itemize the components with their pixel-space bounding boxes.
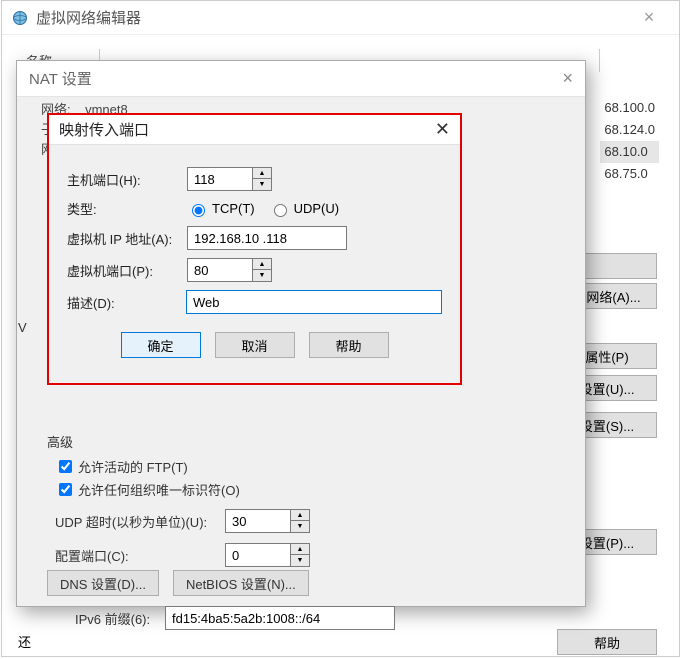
advanced-group: 高级 允许活动的 FTP(T) 允许任何组织唯一标识符(O) UDP 超时(以秒… xyxy=(47,432,587,640)
host-port-input[interactable] xyxy=(188,168,252,190)
spin-down-icon[interactable]: ▼ xyxy=(291,555,309,566)
spin-up-icon[interactable]: ▲ xyxy=(291,510,309,521)
advanced-group-title: 高级 xyxy=(47,432,587,451)
udp-timeout-spinner[interactable]: ▲▼ xyxy=(225,509,310,533)
editor-close-icon[interactable]: × xyxy=(629,7,669,28)
vm-ip-label: 虚拟机 IP 地址(A): xyxy=(67,229,187,248)
spin-down-icon[interactable]: ▼ xyxy=(253,179,271,190)
udp-radio-label: UDP(U) xyxy=(294,201,340,216)
map-body: 主机端口(H): ▲▼ 类型: TCP(T) UDP(U) 虚拟机 IP 地址(… xyxy=(49,145,460,370)
description-input[interactable] xyxy=(186,290,442,314)
vm-ip-input[interactable] xyxy=(187,226,347,250)
editor-title: 虚拟网络编辑器 xyxy=(36,7,141,28)
spin-down-icon[interactable]: ▼ xyxy=(253,270,271,281)
config-port-label: 配置端口(C): xyxy=(55,546,225,565)
nat-close-icon[interactable]: × xyxy=(562,68,573,89)
ip-row-3[interactable]: 68.75.0 xyxy=(600,163,659,185)
map-titlebar: 映射传入端口 ✕ xyxy=(49,115,460,145)
allow-active-ftp-checkbox[interactable]: 允许活动的 FTP(T) xyxy=(55,457,587,476)
oui-checkbox-label: 允许任何组织唯一标识符(O) xyxy=(78,480,240,499)
subnet-address-list: 68.100.0 68.124.0 68.10.0 68.75.0 xyxy=(600,97,659,185)
config-port-input[interactable] xyxy=(226,544,290,566)
left-v-fragment: V xyxy=(18,320,27,335)
udp-timeout-label: UDP 超时(以秒为单位)(U): xyxy=(55,512,225,531)
ftp-checkbox-input[interactable] xyxy=(59,460,72,473)
netbios-settings-button[interactable]: NetBIOS 设置(N)... xyxy=(173,570,309,596)
ok-button[interactable]: 确定 xyxy=(121,332,201,358)
ipv6-prefix-input[interactable] xyxy=(165,606,395,630)
udp-radio-input[interactable] xyxy=(274,204,287,217)
port-mapping-dialog: 映射传入端口 ✕ 主机端口(H): ▲▼ 类型: TCP(T) UDP(U) 虚… xyxy=(47,113,462,385)
map-close-icon[interactable]: ✕ xyxy=(435,119,450,140)
type-label: 类型: xyxy=(67,199,187,218)
vm-port-label: 虚拟机端口(P): xyxy=(67,261,187,280)
spin-up-icon[interactable]: ▲ xyxy=(253,168,271,179)
oui-checkbox-input[interactable] xyxy=(59,483,72,496)
vm-port-spinner[interactable]: ▲▼ xyxy=(187,258,272,282)
ip-row-0[interactable]: 68.100.0 xyxy=(600,97,659,119)
cancel-button[interactable]: 取消 xyxy=(215,332,295,358)
udp-timeout-input[interactable] xyxy=(226,510,290,532)
spin-down-icon[interactable]: ▼ xyxy=(291,521,309,532)
ip-row-1[interactable]: 68.124.0 xyxy=(600,119,659,141)
spin-up-icon[interactable]: ▲ xyxy=(253,259,271,270)
dns-netbios-row: DNS 设置(D)... NetBIOS 设置(N)... xyxy=(47,570,309,596)
host-port-label: 主机端口(H): xyxy=(67,170,187,189)
spin-up-icon[interactable]: ▲ xyxy=(291,544,309,555)
bottom-left-button-fragment[interactable]: 还 xyxy=(18,632,31,651)
nat-titlebar: NAT 设置 × xyxy=(17,61,585,97)
map-button-row: 确定 取消 帮助 xyxy=(67,332,442,358)
ftp-checkbox-label: 允许活动的 FTP(T) xyxy=(78,457,188,476)
tcp-radio-label: TCP(T) xyxy=(212,201,255,216)
tcp-radio[interactable]: TCP(T) xyxy=(187,201,255,217)
description-label: 描述(D): xyxy=(67,293,186,312)
host-port-spinner[interactable]: ▲▼ xyxy=(187,167,272,191)
vmware-icon xyxy=(12,10,28,26)
nat-title: NAT 设置 xyxy=(29,68,92,89)
dns-settings-button[interactable]: DNS 设置(D)... xyxy=(47,570,159,596)
tcp-radio-input[interactable] xyxy=(192,204,205,217)
help-button[interactable]: 帮助 xyxy=(309,332,389,358)
allow-any-oui-checkbox[interactable]: 允许任何组织唯一标识符(O) xyxy=(55,480,587,499)
vm-port-input[interactable] xyxy=(188,259,252,281)
udp-radio[interactable]: UDP(U) xyxy=(269,201,340,217)
config-port-spinner[interactable]: ▲▼ xyxy=(225,543,310,567)
ip-row-2-selected[interactable]: 68.10.0 xyxy=(600,141,659,163)
ipv6-prefix-label: IPv6 前缀(6): xyxy=(75,609,165,628)
editor-titlebar: 虚拟网络编辑器 × xyxy=(2,1,679,35)
map-title: 映射传入端口 xyxy=(59,119,149,140)
